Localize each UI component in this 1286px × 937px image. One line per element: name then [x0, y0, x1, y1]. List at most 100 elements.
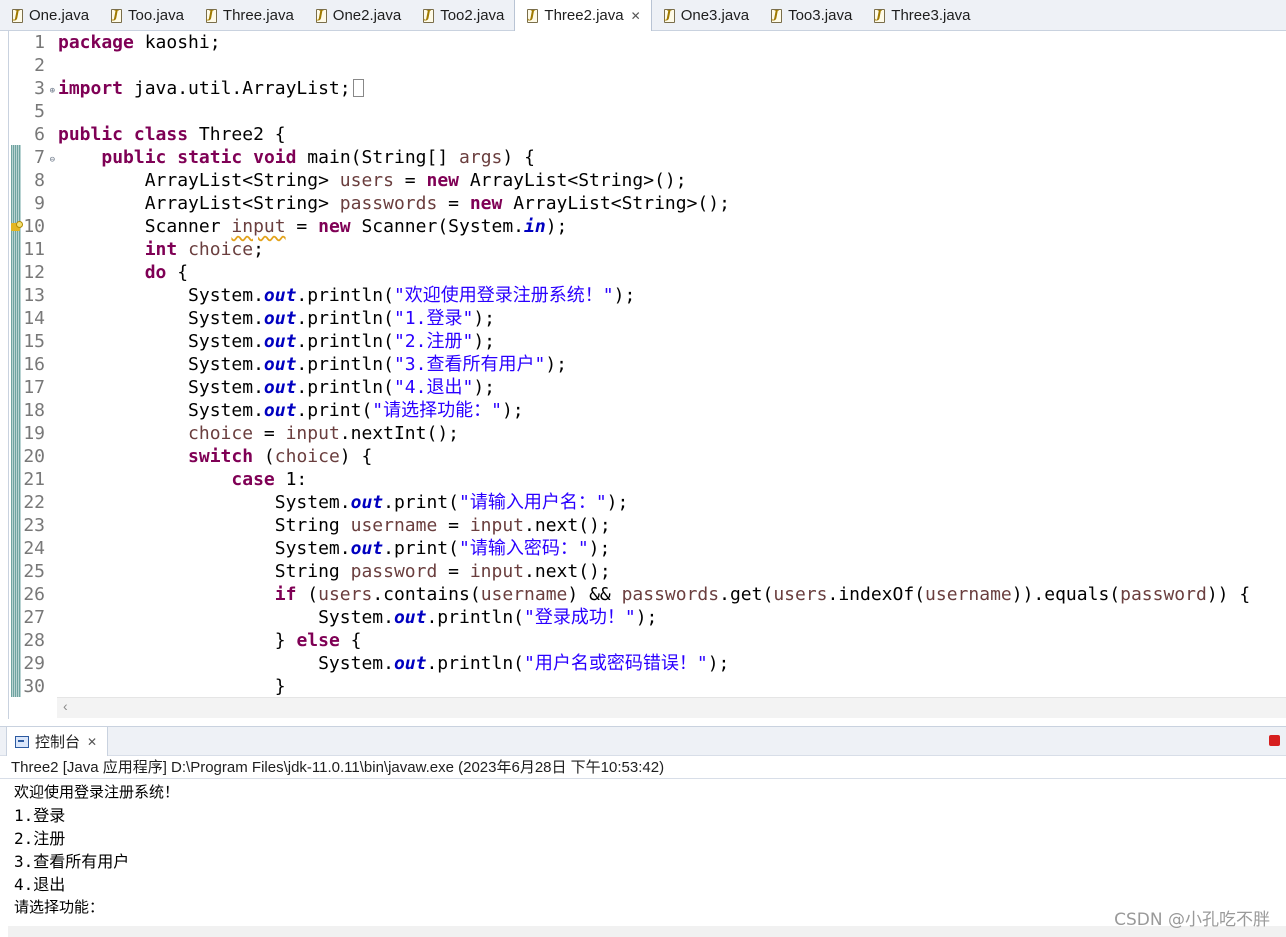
string-literal: "1.登录" — [393, 308, 474, 329]
line-number-text: 3 — [34, 78, 45, 99]
variable: choice — [274, 446, 340, 467]
code-text: .println( — [426, 653, 525, 674]
code-text: ); — [707, 653, 730, 674]
line-number: 11 — [23, 239, 45, 260]
code-text: ); — [635, 607, 658, 628]
tab-too2-java[interactable]: Too2.java — [411, 0, 514, 30]
scroll-left-icon[interactable]: ‹ — [63, 698, 68, 714]
terminate-button[interactable] — [1269, 735, 1280, 746]
code-text: )).equals( — [1011, 584, 1121, 605]
static-field: out — [263, 400, 297, 421]
code-text: .get( — [719, 584, 774, 605]
code-line: 6 public class Three2 { — [9, 123, 1250, 146]
variable: users — [773, 584, 828, 605]
console-output[interactable]: 欢迎使用登录注册系统！ 1.登录 2.注册 3.查看所有用户 4.退出 请选择功… — [14, 781, 179, 919]
tab-three-java[interactable]: Three.java — [194, 0, 304, 30]
tab-one-java[interactable]: One.java — [0, 0, 99, 30]
variable-warning[interactable]: input — [231, 216, 285, 237]
keyword: int — [144, 239, 178, 260]
tab-one3-java[interactable]: One3.java — [652, 0, 759, 30]
code-text: java.util.ArrayList; — [123, 78, 351, 99]
variable: choice — [188, 239, 254, 260]
line-number: 30 — [23, 676, 45, 697]
code-text: )) { — [1206, 584, 1251, 605]
code-line: 7 ⊖ public static void main(String[] args… — [9, 146, 1250, 169]
variable: password — [350, 561, 438, 582]
close-icon[interactable]: ✕ — [87, 735, 97, 749]
code-text: String — [274, 515, 351, 536]
code-text: System. — [188, 285, 264, 306]
line-number: 15 — [23, 331, 45, 352]
code-area[interactable]: 1 package kaoshi; 2 3 ⊕ import java.util.Ar… — [9, 31, 1250, 698]
tab-label: One.java — [29, 6, 90, 24]
variable: input — [285, 423, 340, 444]
code-line: 10 Scanner input = new Scanner(System.in… — [9, 215, 1250, 238]
code-text: .println( — [296, 285, 394, 306]
keyword: if — [274, 584, 297, 605]
code-text: System. — [188, 400, 264, 421]
console-horizontal-scrollbar[interactable] — [8, 926, 1286, 937]
variable: username — [925, 584, 1012, 605]
keyword: public — [101, 147, 167, 168]
code-text: System. — [188, 354, 264, 375]
code-text: .print( — [383, 492, 459, 513]
tab-console[interactable]: 控制台 ✕ — [6, 727, 109, 756]
variable: input — [469, 561, 525, 582]
line-number: 14 — [23, 308, 45, 329]
keyword: static — [177, 147, 243, 168]
keyword: else — [296, 630, 340, 651]
variable: args — [459, 147, 503, 168]
code-text: .nextInt(); — [339, 423, 459, 444]
static-field: out — [350, 538, 384, 559]
variable: username — [350, 515, 438, 536]
console-line: 欢迎使用登录注册系统！ — [14, 783, 180, 801]
code-text: ); — [545, 216, 568, 237]
code-text: } — [274, 630, 297, 651]
keyword: import — [58, 78, 124, 99]
static-field: in — [524, 216, 546, 237]
variable: users — [339, 170, 394, 191]
code-line: 19 choice = input.nextInt(); — [9, 422, 1250, 445]
code-line: 20 switch (choice) { — [9, 445, 1250, 468]
console-line: 2.注册 — [14, 829, 66, 848]
line-number: 7 ⊖ — [9, 146, 58, 169]
code-text: ) { — [339, 446, 373, 467]
java-file-icon — [663, 8, 675, 23]
code-editor[interactable]: 1 package kaoshi; 2 3 ⊕ import java.util.Ar… — [8, 31, 1286, 719]
code-text: .println( — [296, 377, 394, 398]
code-text: System. — [188, 308, 264, 329]
code-text: { — [166, 262, 189, 283]
variable: passwords — [339, 193, 438, 214]
code-text: ); — [606, 492, 629, 513]
tab-one2-java[interactable]: One2.java — [304, 0, 411, 30]
line-number: 28 — [23, 630, 45, 651]
tab-too3-java[interactable]: Too3.java — [759, 0, 862, 30]
line-number: 16 — [23, 354, 45, 375]
code-line: 5 — [9, 100, 1250, 123]
code-text: String — [274, 561, 351, 582]
code-line: 24 System.out.print("请输入密码："); — [9, 537, 1250, 560]
code-text: ArrayList<String>(); — [502, 193, 730, 214]
code-line: 2 — [9, 54, 1250, 77]
tab-three2-java[interactable]: Three2.java ✕ — [514, 0, 652, 31]
horizontal-scrollbar[interactable]: ‹ — [57, 697, 1286, 718]
code-line: 14 System.out.println("1.登录"); — [9, 307, 1250, 330]
code-text: ; — [253, 239, 264, 260]
code-line: 15 System.out.println("2.注册"); — [9, 330, 1250, 353]
close-icon[interactable]: ✕ — [631, 9, 641, 23]
keyword: void — [253, 147, 297, 168]
code-line: 21 case 1: — [9, 468, 1250, 491]
tab-three3-java[interactable]: Three3.java — [862, 0, 980, 30]
code-text: System. — [318, 653, 394, 674]
tab-too-java[interactable]: Too.java — [99, 0, 194, 30]
string-literal: "4.退出" — [393, 377, 474, 398]
collapsed-imports-icon[interactable] — [352, 79, 364, 97]
code-text: System. — [274, 538, 351, 559]
code-text: .println( — [296, 331, 394, 352]
code-text: System. — [188, 331, 264, 352]
